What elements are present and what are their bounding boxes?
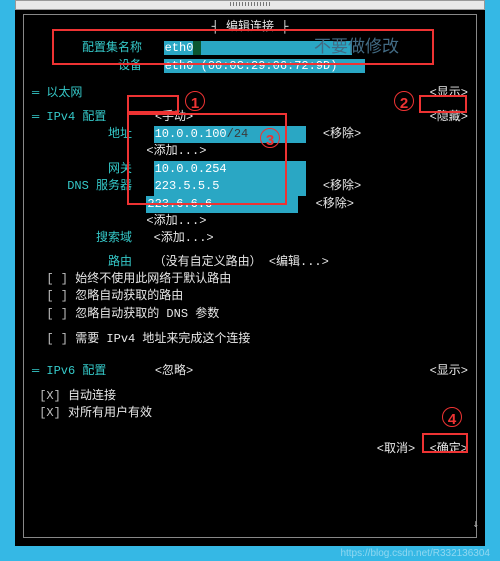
- annotation-number-2: 2: [396, 93, 412, 109]
- address-label: 地址: [32, 126, 132, 143]
- section-ipv4: ═ IPv4 配置: [32, 110, 106, 124]
- scroll-down-icon[interactable]: ↓: [472, 517, 479, 530]
- window-titlebar: [15, 0, 485, 10]
- dns2-remove-button[interactable]: <移除>: [316, 197, 354, 211]
- dns1-input[interactable]: 223.5.5.5: [154, 178, 306, 195]
- annotation-number-4: 4: [444, 409, 460, 425]
- profile-name-label: 配置集名称: [62, 40, 142, 57]
- ok-button[interactable]: <确定>: [430, 442, 468, 456]
- checkbox-require-ipv4[interactable]: [ ]: [32, 332, 75, 346]
- device-label: 设备: [62, 58, 142, 75]
- device-input[interactable]: eth0 (00:0C:29:06:72:9D): [164, 59, 366, 73]
- annotation-number-3: 3: [262, 130, 278, 146]
- checkbox-no-default-route[interactable]: [ ]: [32, 272, 75, 286]
- ipv6-show-button[interactable]: <显示>: [430, 363, 468, 380]
- address-input[interactable]: 10.0.0.100/24: [154, 126, 306, 143]
- route-label: 路由: [32, 254, 132, 271]
- section-ethernet: ═ 以太网: [32, 86, 82, 100]
- checkbox-auto-connect[interactable]: [X]: [32, 389, 68, 403]
- address-remove-button[interactable]: <移除>: [323, 127, 361, 141]
- dns-label: DNS 服务器: [32, 178, 132, 195]
- route-value: （没有自定义路由）: [154, 255, 262, 269]
- gateway-label: 网关: [32, 161, 132, 178]
- ipv4-mode-select[interactable]: <手动>: [155, 110, 193, 124]
- checkbox-all-users[interactable]: [X]: [32, 406, 68, 420]
- address-add-button[interactable]: <添加...>: [146, 144, 206, 158]
- dns1-remove-button[interactable]: <移除>: [323, 179, 361, 193]
- checkbox-ignore-auto-dns[interactable]: [ ]: [32, 307, 75, 321]
- gateway-input[interactable]: 10.0.0.254: [154, 161, 306, 178]
- annotation-note: 不要做修改: [314, 35, 399, 60]
- dns2-input[interactable]: 223.6.6.6: [146, 196, 298, 213]
- checkbox-ignore-auto-routes[interactable]: [ ]: [32, 289, 75, 303]
- search-domain-add-button[interactable]: <添加...>: [154, 231, 214, 245]
- search-domain-label: 搜索域: [32, 230, 132, 247]
- dialog-title: ┤ 编辑连接 ├: [32, 19, 468, 36]
- watermark: https://blog.csdn.net/R332136304: [340, 548, 490, 559]
- annotation-number-1: 1: [187, 93, 203, 109]
- ipv6-mode-select[interactable]: <忽略>: [155, 364, 193, 378]
- route-edit-button[interactable]: <编辑...>: [269, 255, 329, 269]
- cancel-button[interactable]: <取消>: [377, 442, 415, 456]
- terminal-dialog: ┤ 编辑连接 ├ 配置集名称 eth0_ 设备 eth0 (00:0C:29:0…: [23, 14, 477, 538]
- ethernet-show-button[interactable]: <显示>: [430, 85, 468, 102]
- section-ipv6: ═ IPv6 配置: [32, 364, 106, 378]
- dns-add-button[interactable]: <添加...>: [146, 214, 206, 228]
- ipv4-hide-button[interactable]: <隐藏>: [430, 109, 468, 126]
